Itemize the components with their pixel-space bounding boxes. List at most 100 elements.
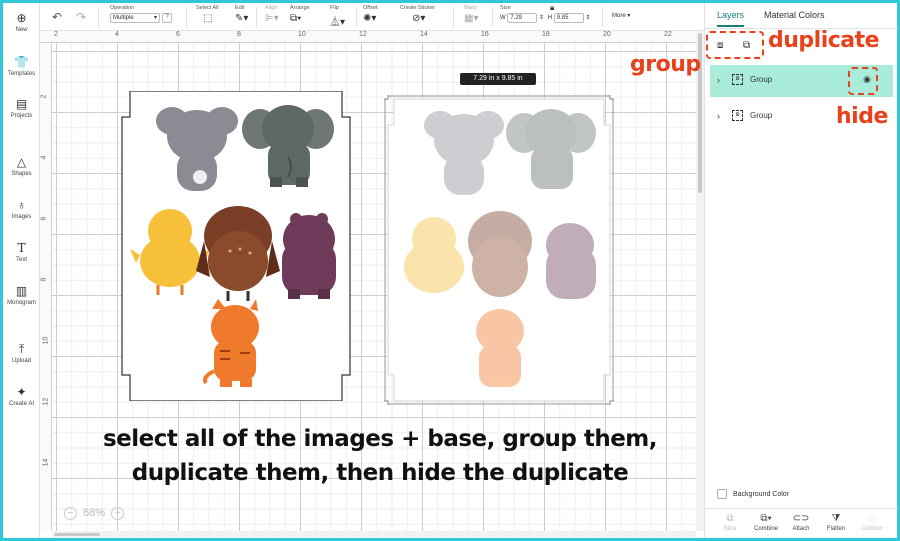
hippo-image[interactable] <box>546 223 596 299</box>
group-layer-icon: ⧈ <box>732 110 743 121</box>
ruler-tick-label: 6 <box>40 216 48 221</box>
align-group[interactable]: Align ⊫▾ <box>265 5 279 24</box>
redo-icon[interactable]: ↷ <box>76 10 86 24</box>
stepper-icon[interactable]: ⇕ <box>585 15 590 21</box>
ruler-tick-label: 12 <box>42 397 50 406</box>
top-toolbar: ↶ ↷ Operation Multiple? Select All ⬚ Edi… <box>40 3 704 31</box>
ruler-tick-label: 22 <box>664 31 672 38</box>
offset-group[interactable]: Offset ✺▾ <box>363 5 378 24</box>
shapes-icon: △ <box>16 155 27 169</box>
warp-group[interactable]: Warp ▦▾ <box>464 5 478 24</box>
upload-icon: ⤒ <box>18 342 25 356</box>
edit-group[interactable]: Edit ✎▾ <box>235 5 248 24</box>
ruler-tick-label: 4 <box>115 31 119 38</box>
tab-layers[interactable]: Layers <box>717 10 745 27</box>
lightbulb-icon: ♁ <box>17 198 26 212</box>
sparkle-icon: ✦ <box>16 385 27 399</box>
align-icon[interactable]: ⊫▾ <box>265 13 279 24</box>
undo-icon[interactable]: ↶ <box>52 10 62 24</box>
rail-images[interactable]: ♁ Images <box>3 198 40 220</box>
size-group: Size W 7.29 ⇕ H 9.85 ⇕ <box>500 5 591 23</box>
monogram-icon: ▥ <box>15 284 28 298</box>
ruler-tick-label: 2 <box>54 31 58 38</box>
select-all-group[interactable]: Select All ⬚ <box>196 5 219 24</box>
stepper-icon[interactable]: ⇕ <box>539 15 544 21</box>
toolbar-divider <box>602 7 603 27</box>
select-all-icon[interactable]: ⬚ <box>196 13 219 24</box>
flatten-button[interactable]: ⧩ Flatten <box>819 513 853 532</box>
text-icon: T <box>17 241 26 255</box>
clipboard-icon: ▤ <box>15 97 28 111</box>
chevron-right-icon[interactable]: › <box>717 75 720 85</box>
warp-icon[interactable]: ▦▾ <box>464 13 478 24</box>
create-sticker-group[interactable]: Create Sticker ⊘▾ <box>400 5 435 24</box>
sticker-icon[interactable]: ⊘▾ <box>400 13 435 24</box>
tab-material-colors[interactable]: Material Colors <box>764 10 825 20</box>
ruler-tick-label: 16 <box>481 31 489 38</box>
ruler-tick-label: 12 <box>359 31 367 38</box>
duplicate-group[interactable] <box>384 95 614 405</box>
annotation-group: group <box>630 52 701 77</box>
flatten-icon: ⧩ <box>831 513 841 524</box>
design-canvas[interactable]: 7.29 in x 9.85 in <box>52 43 696 531</box>
pencil-icon[interactable]: ✎▾ <box>235 13 248 24</box>
ruler-tick-label: 20 <box>603 31 611 38</box>
ruler-tick-label: 8 <box>40 277 48 282</box>
lock-icon[interactable]: 🔒︎ <box>550 3 554 13</box>
rail-projects[interactable]: ▤ Projects <box>3 97 40 119</box>
offset-icon[interactable]: ✺▾ <box>363 13 378 24</box>
contour-button[interactable]: ◌ Contour <box>855 513 889 532</box>
contour-icon: ◌ <box>869 513 875 524</box>
toolbar-divider <box>492 7 493 27</box>
chevron-right-icon[interactable]: › <box>717 111 720 121</box>
arrange-icon[interactable]: ⧉▾ <box>290 13 310 24</box>
background-color-toggle[interactable]: Background Color <box>717 489 789 499</box>
more-button[interactable]: More ▾ <box>612 12 630 19</box>
panel-tabs: Layers Material Colors <box>705 3 898 29</box>
zoom-in-button[interactable]: + <box>111 507 125 520</box>
rail-shapes[interactable]: △ Shapes <box>3 155 40 177</box>
checkbox[interactable] <box>717 489 727 499</box>
base-card[interactable] <box>120 91 352 401</box>
width-input[interactable]: 7.29 <box>507 13 538 23</box>
vertical-scrollbar[interactable] <box>696 31 704 531</box>
rail-new[interactable]: ⊕ New <box>3 11 40 33</box>
ruler-tick-label: 10 <box>42 336 50 345</box>
rail-monogram[interactable]: ▥ Monogram <box>3 284 40 306</box>
flip-group[interactable]: Flip ⏅▾ <box>330 5 345 28</box>
rail-upload[interactable]: ⤒ Upload <box>3 342 40 364</box>
toolbar-divider <box>453 7 454 27</box>
rail-text[interactable]: T Text <box>3 241 40 263</box>
left-rail: ⊕ New 👕 Templates ▤ Projects △ Shapes ♁ Image… <box>3 3 40 538</box>
shirt-icon: 👕 <box>14 55 29 69</box>
help-button[interactable]: ? <box>162 13 172 23</box>
attach-icon: ⊂⊃ <box>792 513 810 524</box>
slice-icon: ⧉ <box>726 513 734 524</box>
annotation-box-hide <box>848 67 878 95</box>
operation-select[interactable]: Multiple <box>110 13 160 23</box>
rail-create-ai[interactable]: ✦ Create AI <box>3 385 40 407</box>
annotation-duplicate: duplicate <box>768 28 880 53</box>
owl-image[interactable] <box>468 211 532 297</box>
tiger-cat-image[interactable] <box>476 309 524 387</box>
hippo-image[interactable] <box>282 213 336 299</box>
annotation-box-group-duplicate <box>706 31 764 59</box>
plus-circle-icon: ⊕ <box>16 11 27 25</box>
horizontal-scrollbar[interactable] <box>52 531 696 538</box>
group-layer-icon: ⧈ <box>732 74 743 85</box>
height-input[interactable]: 9.85 <box>553 13 584 23</box>
toolbar-divider <box>256 7 257 27</box>
dimension-label: 7.29 in x 9.85 in <box>460 73 536 85</box>
rail-templates[interactable]: 👕 Templates <box>3 55 40 77</box>
zoom-control: − 68% + <box>64 507 125 520</box>
slice-button[interactable]: ⧉ Slice <box>713 513 747 532</box>
flip-icon[interactable]: ⏅▾ <box>330 13 345 28</box>
bottom-tools: ⧉ Slice ⧉▾ Combine ⊂⊃ Attach ⧩ Flatten ◌ Cont… <box>705 508 898 538</box>
attach-button[interactable]: ⊂⊃ Attach <box>784 513 818 532</box>
combine-button[interactable]: ⧉▾ Combine <box>749 513 783 532</box>
ruler-tick-label: 14 <box>42 458 50 467</box>
arrange-group[interactable]: Arrange ⧉▾ <box>290 5 310 24</box>
zoom-value: 68% <box>83 507 106 520</box>
scroll-thumb[interactable] <box>54 533 100 536</box>
zoom-out-button[interactable]: − <box>64 507 77 520</box>
